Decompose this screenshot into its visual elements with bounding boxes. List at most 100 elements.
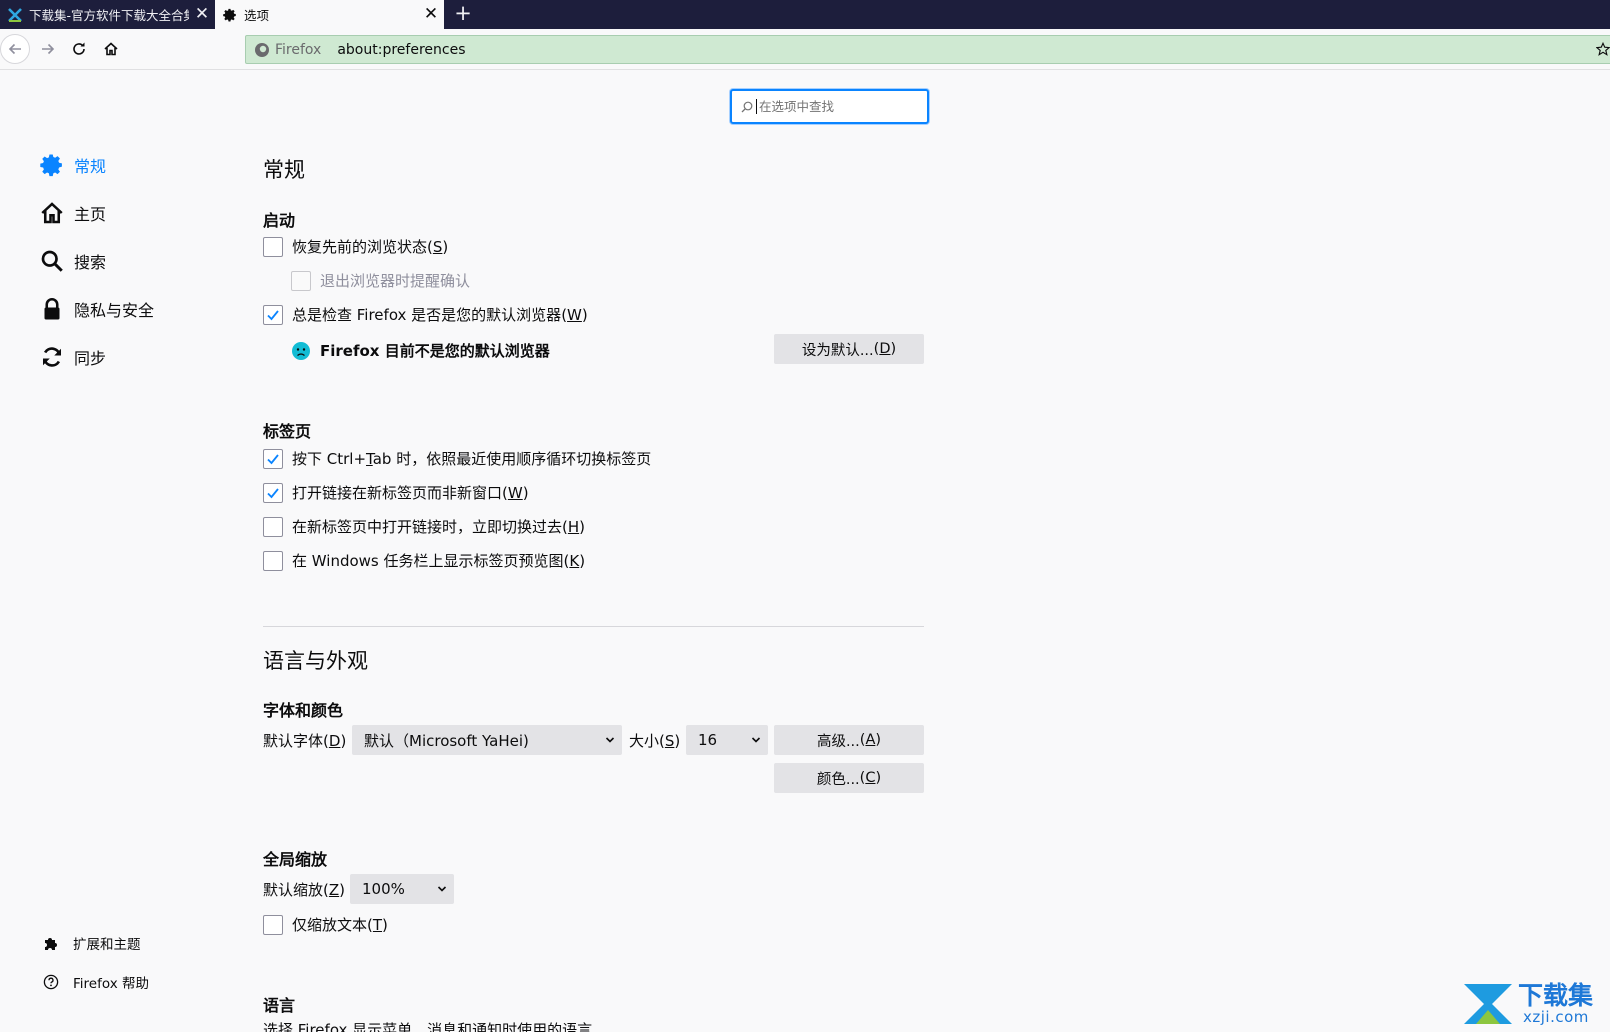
chevron-down-icon	[744, 735, 768, 745]
reload-icon	[73, 42, 85, 55]
home-button[interactable]	[96, 34, 126, 64]
tab-xzji[interactable]: 下载集-官方软件下载大全合集 ✕	[0, 0, 215, 29]
search-input[interactable]	[756, 99, 927, 114]
new-tab-button[interactable]: +	[450, 0, 476, 29]
language-description: 选择 Firefox 显示菜单、消息和通知时使用的语言	[263, 1021, 593, 1032]
watermark-url: xzji.com	[1523, 1008, 1589, 1026]
close-tab-icon[interactable]: ✕	[189, 0, 215, 29]
advanced-fonts-button[interactable]: 高级...(A)	[774, 725, 924, 755]
sidebar-item-label: 隐私与安全	[74, 301, 155, 320]
startup-heading: 启动	[263, 211, 296, 230]
switch-new-tab-row[interactable]: 在新标签页中打开链接时，立即切换过去(H)	[263, 516, 585, 537]
bookmark-star-icon[interactable]	[1596, 41, 1610, 57]
sidebar-help-label: Firefox 帮助	[73, 976, 149, 992]
sidebar-item-label: 同步	[74, 349, 107, 368]
tab-preferences[interactable]: 选项 ✕	[215, 0, 444, 29]
watermark-title: 下载集	[1518, 981, 1594, 1010]
switch-new-tab-checkbox[interactable]	[263, 516, 283, 537]
navigation-toolbar: Firefox about:preferences	[0, 29, 1610, 70]
zoom-text-only-row[interactable]: 仅缩放文本(T)	[263, 914, 388, 935]
set-default-button[interactable]: 设为默认...(D)	[774, 334, 924, 364]
default-font-label: 默认字体(D)	[263, 732, 347, 750]
colors-button[interactable]: 颜色...(C)	[774, 763, 924, 793]
tab-title: 下载集-官方软件下载大全合集	[29, 8, 189, 23]
taskbar-previews-label: 在 Windows 任务栏上显示标签页预览图(K)	[292, 552, 586, 570]
open-links-label: 打开链接在新标签页而非新窗口(W)	[292, 484, 529, 502]
ctrl-tab-checkbox[interactable]	[263, 448, 283, 469]
preferences-search[interactable]	[730, 89, 929, 124]
sidebar-item-search[interactable]: 搜索	[38, 244, 106, 278]
search-icon	[741, 101, 753, 113]
sad-face-icon	[291, 341, 311, 361]
open-links-checkbox[interactable]	[263, 482, 283, 503]
sidebar-item-privacy[interactable]: 隐私与安全	[38, 292, 154, 326]
default-zoom-label: 默认缩放(Z)	[263, 881, 346, 899]
reload-button[interactable]	[64, 34, 94, 64]
section-divider	[263, 626, 924, 627]
sidebar-addons-link[interactable]: 扩展和主题	[40, 926, 141, 960]
sidebar-item-label: 常规	[74, 157, 107, 176]
sidebar-item-home[interactable]: 主页	[38, 196, 106, 230]
switch-new-tab-label: 在新标签页中打开链接时，立即切换过去(H)	[292, 518, 586, 536]
page-title: 常规	[263, 158, 305, 182]
close-tab-icon[interactable]: ✕	[418, 0, 444, 29]
font-size-select[interactable]: 16	[686, 725, 768, 755]
watermark-logo-icon	[1464, 984, 1512, 1024]
taskbar-previews-checkbox[interactable]	[263, 550, 283, 571]
identity-label: Firefox	[275, 41, 322, 58]
firefox-logo-icon	[255, 42, 269, 57]
default-font-select[interactable]: 默认（Microsoft YaHei)	[352, 725, 622, 755]
restore-session-row[interactable]: 恢复先前的浏览状态(S)	[263, 236, 448, 257]
sidebar-help-link[interactable]: Firefox 帮助	[40, 965, 149, 999]
gear-icon	[220, 8, 240, 22]
checkmark-icon	[267, 453, 279, 464]
zoom-heading: 全局缩放	[263, 850, 328, 869]
open-links-row[interactable]: 打开链接在新标签页而非新窗口(W)	[263, 482, 529, 503]
restore-session-checkbox[interactable]	[263, 236, 283, 257]
identity-box[interactable]: Firefox	[246, 42, 321, 58]
watermark: 下载集 xzji.com	[1460, 976, 1610, 1032]
default-status-row: Firefox 目前不是您的默认浏览器	[291, 340, 550, 361]
tab-title: 选项	[244, 8, 270, 23]
home-icon	[38, 199, 66, 227]
fonts-colors-heading: 字体和颜色	[263, 701, 344, 720]
ctrl-tab-label: 按下 Ctrl+Tab 时，依照最近使用顺序循环切换标签页	[292, 450, 652, 468]
taskbar-previews-row[interactable]: 在 Windows 任务栏上显示标签页预览图(K)	[263, 550, 585, 571]
checkmark-icon	[267, 487, 279, 498]
url-bar[interactable]: Firefox about:preferences	[245, 35, 1610, 64]
checkmark-icon	[267, 309, 279, 320]
default-zoom-select[interactable]: 100%	[350, 874, 454, 904]
language-heading: 语言	[263, 996, 296, 1015]
zoom-text-only-checkbox[interactable]	[263, 914, 283, 935]
warn-on-quit-checkbox	[291, 270, 311, 291]
sync-icon	[38, 343, 66, 371]
check-default-label: 总是检查 Firefox 是否是您的默认浏览器(W)	[292, 306, 588, 324]
sidebar-item-general[interactable]: 常规	[38, 148, 106, 182]
ctrl-tab-row[interactable]: 按下 Ctrl+Tab 时，依照最近使用顺序循环切换标签页	[263, 448, 651, 469]
default-zoom-value: 100%	[362, 880, 405, 898]
site-favicon-icon	[5, 7, 25, 22]
url-text[interactable]: about:preferences	[337, 42, 465, 58]
warn-on-quit-label: 退出浏览器时提醒确认	[320, 272, 471, 290]
check-default-row[interactable]: 总是检查 Firefox 是否是您的默认浏览器(W)	[263, 304, 588, 325]
forward-button[interactable]	[33, 34, 63, 64]
chevron-down-icon	[430, 884, 454, 894]
sidebar-addons-label: 扩展和主题	[73, 937, 141, 953]
search-icon	[38, 247, 66, 275]
language-appearance-title: 语言与外观	[263, 649, 368, 673]
back-arrow-icon	[8, 43, 21, 55]
puzzle-icon	[40, 929, 62, 957]
chevron-down-icon	[598, 735, 622, 745]
home-icon	[104, 42, 118, 56]
font-size-label: 大小(S)	[629, 732, 681, 750]
forward-arrow-icon	[42, 43, 55, 55]
sidebar-item-label: 搜索	[74, 253, 107, 272]
tab-strip: 下载集-官方软件下载大全合集 ✕ 选项 ✕ +	[0, 0, 1610, 29]
warn-on-quit-row: 退出浏览器时提醒确认	[291, 270, 470, 291]
sidebar-item-label: 主页	[74, 205, 107, 224]
sidebar-item-sync[interactable]: 同步	[38, 340, 106, 374]
back-button[interactable]	[0, 34, 30, 64]
check-default-checkbox[interactable]	[263, 304, 283, 325]
lock-icon	[38, 295, 66, 323]
gear-icon	[38, 151, 66, 179]
